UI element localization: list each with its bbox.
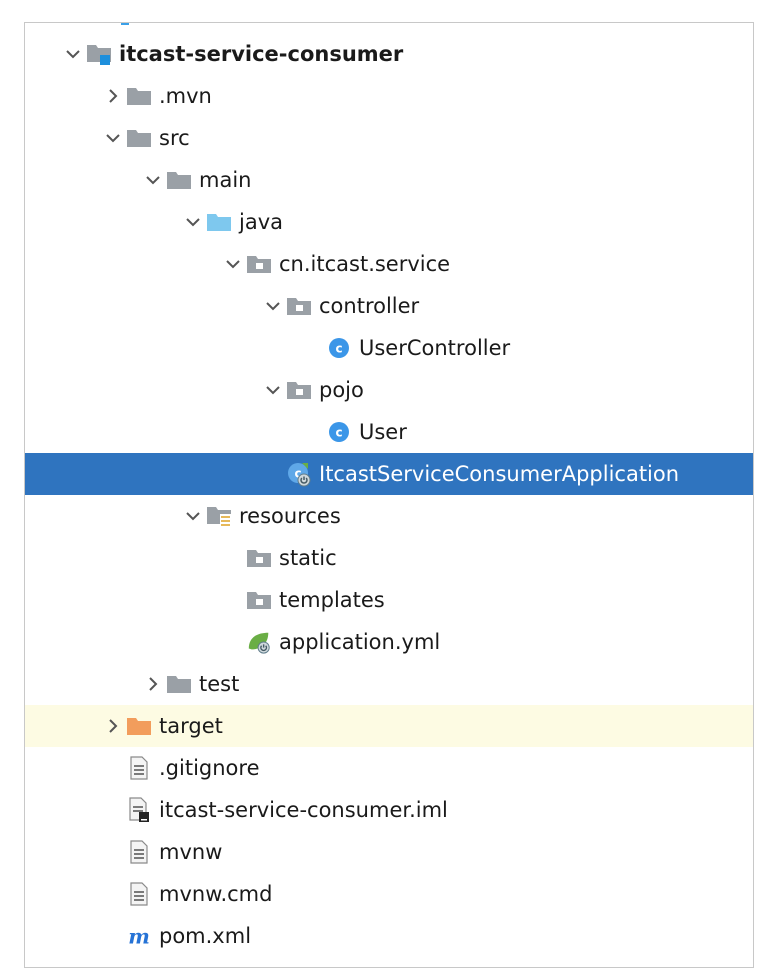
tree-item-label: java — [239, 210, 283, 234]
tree-item-label: test — [199, 672, 240, 696]
tree-item-label: pom.xml — [159, 924, 252, 948]
tree-item-static[interactable]: static — [25, 537, 753, 579]
tree-item-label: User — [359, 420, 407, 444]
class-icon: c — [326, 411, 352, 453]
tree-item-mvn[interactable]: .mvn — [25, 75, 753, 117]
chevron-placeholder — [220, 621, 246, 663]
spring-boot-class-icon: c — [286, 453, 312, 495]
tree-item-label: cn.itcast.service — [279, 252, 451, 276]
chevron-placeholder — [220, 537, 246, 579]
maven-icon: m — [126, 915, 152, 957]
tree-item-itcast-service-consumer[interactable]: itcast-service-consumer — [25, 33, 753, 75]
folder-icon — [126, 75, 152, 117]
chevron-down-icon[interactable] — [180, 201, 206, 243]
tree-item-label: application.yml — [279, 630, 441, 654]
tree-item-java[interactable]: java — [25, 201, 753, 243]
tree-item-label: templates — [279, 588, 385, 612]
tree-item-gitignore[interactable]: .gitignore — [25, 747, 753, 789]
chevron-right-icon[interactable] — [140, 663, 166, 705]
text-file-icon — [126, 831, 152, 873]
chevron-placeholder — [100, 873, 126, 915]
tree-item-label: src — [159, 126, 190, 150]
tree-item-resources[interactable]: resources — [25, 495, 753, 537]
tree-item-test[interactable]: test — [25, 663, 753, 705]
spring-config-icon — [246, 621, 272, 663]
tree-item-controller[interactable]: controller — [25, 285, 753, 327]
tree-item-usercontroller[interactable]: c UserController — [25, 327, 753, 369]
chevron-down-icon[interactable] — [260, 369, 286, 411]
tree-item-label: target — [159, 714, 223, 738]
tree-item-label: mvnw.cmd — [159, 882, 273, 906]
chevron-placeholder — [220, 579, 246, 621]
chevron-right-icon[interactable] — [100, 75, 126, 117]
chevron-down-icon[interactable] — [60, 33, 86, 75]
chevron-down-icon[interactable] — [260, 285, 286, 327]
folder-icon — [126, 117, 152, 159]
package-icon — [286, 369, 312, 411]
excluded-folder-icon — [126, 705, 152, 747]
tree-item-user[interactable]: c User — [25, 411, 753, 453]
tree-item-label: itcast-service-consumer — [119, 42, 404, 66]
package-icon — [246, 243, 272, 285]
tree-item-pom-xml[interactable]: m pom.xml — [25, 915, 753, 957]
tree-item-label: main — [199, 168, 252, 192]
chevron-down-icon[interactable] — [180, 495, 206, 537]
tree-item-target[interactable]: target — [25, 705, 753, 747]
scrolled-row-edge — [121, 23, 129, 25]
svg-text:c: c — [335, 342, 342, 356]
chevron-placeholder — [100, 747, 126, 789]
chevron-placeholder — [100, 789, 126, 831]
module-folder-icon — [86, 33, 112, 75]
tree-item-label: UserController — [359, 336, 511, 360]
chevron-down-icon[interactable] — [220, 243, 246, 285]
chevron-placeholder — [100, 831, 126, 873]
tree-item-label: itcast-service-consumer.iml — [159, 798, 448, 822]
tree-item-mvnw-cmd[interactable]: mvnw.cmd — [25, 873, 753, 915]
tree-item-label: controller — [319, 294, 420, 318]
iml-file-icon — [126, 789, 152, 831]
chevron-placeholder — [260, 453, 286, 495]
chevron-placeholder — [300, 411, 326, 453]
tree-item-templates[interactable]: templates — [25, 579, 753, 621]
chevron-placeholder — [100, 915, 126, 957]
folder-icon — [166, 159, 192, 201]
source-folder-icon — [206, 201, 232, 243]
tree-item-itcastserviceconsumerapplication[interactable]: c ItcastServiceConsumerApplication — [25, 453, 753, 495]
tree-item-itcast-service-consumer-iml[interactable]: itcast-service-consumer.iml — [25, 789, 753, 831]
folder-icon — [166, 663, 192, 705]
tree-item-label: resources — [239, 504, 341, 528]
tree-item-pojo[interactable]: pojo — [25, 369, 753, 411]
chevron-right-icon[interactable] — [100, 705, 126, 747]
text-file-icon — [126, 747, 152, 789]
tree-item-label: .mvn — [159, 84, 212, 108]
package-icon — [246, 579, 272, 621]
tree-item-application-yml[interactable]: application.yml — [25, 621, 753, 663]
tree-item-label: pojo — [319, 378, 364, 402]
tree-item-cn-itcast-service[interactable]: cn.itcast.service — [25, 243, 753, 285]
tree-item-label: .gitignore — [159, 756, 260, 780]
tree-item-label: ItcastServiceConsumerApplication — [319, 462, 680, 486]
svg-text:c: c — [335, 426, 342, 440]
svg-text:m: m — [128, 924, 150, 948]
tree-item-src[interactable]: src — [25, 117, 753, 159]
chevron-down-icon[interactable] — [140, 159, 166, 201]
tree-item-label: static — [279, 546, 337, 570]
package-icon — [246, 537, 272, 579]
tree-item-mvnw[interactable]: mvnw — [25, 831, 753, 873]
package-icon — [286, 285, 312, 327]
resources-folder-icon — [206, 495, 232, 537]
tree-item-main[interactable]: main — [25, 159, 753, 201]
text-file-icon — [126, 873, 152, 915]
chevron-placeholder — [300, 327, 326, 369]
tree-item-label: mvnw — [159, 840, 223, 864]
project-tree-panel: itcast-service-consumer .mvn src main java cn… — [24, 22, 754, 968]
chevron-down-icon[interactable] — [100, 117, 126, 159]
class-icon: c — [326, 327, 352, 369]
